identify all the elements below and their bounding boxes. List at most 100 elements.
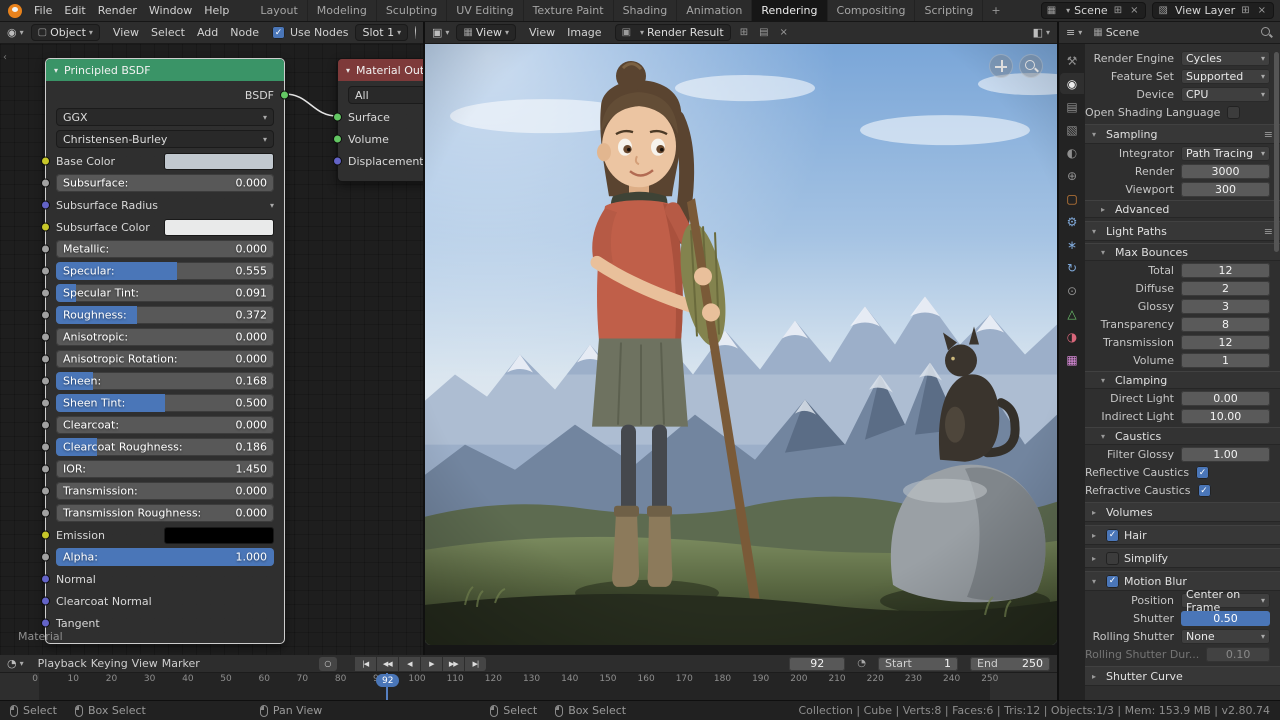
prop-tab-modifiers[interactable]: ⚙ bbox=[1060, 211, 1084, 232]
node-row[interactable]: Roughness:▾ Roughness: 0.372 Roughness: bbox=[41, 305, 274, 325]
rolling-duration-field[interactable]: 0.10 bbox=[1206, 647, 1270, 662]
workspace-tab[interactable]: Animation bbox=[677, 0, 753, 21]
node-slider[interactable]: Alpha: 1.000 bbox=[56, 548, 274, 566]
material-output-node[interactable]: ▾ Material Output All▾ Surf bbox=[333, 58, 423, 182]
node-slider[interactable]: Sheen: 0.168 bbox=[56, 372, 274, 390]
transport-button-play-reverse[interactable]: ◀ bbox=[398, 656, 420, 671]
prop-tab-scene[interactable]: ◐ bbox=[1060, 142, 1084, 163]
bounce-field[interactable]: 3 bbox=[1181, 299, 1270, 314]
workspace-tab[interactable]: Scripting bbox=[915, 0, 984, 21]
node-slider[interactable]: Anisotropic: 0.000 bbox=[56, 328, 274, 346]
editor-type-shader-icon[interactable]: ◉ ▾ bbox=[7, 26, 24, 39]
new-view-layer-button[interactable]: ⊞ bbox=[1239, 5, 1251, 16]
editor-type-timeline-icon[interactable]: ◔ ▾ bbox=[7, 657, 24, 670]
samples-viewport-field[interactable]: 300 bbox=[1181, 182, 1270, 197]
panel-light-paths[interactable]: ▾ Light Paths ≡ bbox=[1085, 221, 1280, 241]
workspace-tab[interactable]: Shading bbox=[614, 0, 678, 21]
node-row[interactable]: Specular:▾ Specular: 0.555 Specular: bbox=[41, 261, 274, 281]
bounce-field[interactable]: 12 bbox=[1181, 335, 1270, 350]
input-socket[interactable] bbox=[41, 596, 50, 606]
panel-sampling[interactable]: ▾ Sampling ≡ bbox=[1085, 124, 1280, 144]
input-socket[interactable] bbox=[41, 552, 50, 562]
new-image-button[interactable]: ⊞ bbox=[738, 27, 750, 38]
unlink-scene-button[interactable]: × bbox=[1128, 5, 1140, 16]
input-socket[interactable] bbox=[41, 398, 50, 408]
node-row[interactable]: Sheen Tint:▾ Sheen Tint: 0.500 Sheen Tin… bbox=[41, 393, 274, 413]
input-socket[interactable] bbox=[333, 134, 342, 144]
node-slider[interactable]: Specular: 0.555 bbox=[56, 262, 274, 280]
editor-type-properties-icon[interactable]: ≡ ▾ bbox=[1066, 26, 1082, 39]
menu-item[interactable]: Window bbox=[143, 2, 198, 19]
node-row[interactable]: Anisotropic Rotation:▾ Anisotropic Rotat… bbox=[41, 349, 274, 369]
presets-icon[interactable]: ≡ bbox=[1264, 225, 1273, 238]
node-row[interactable]: Normal▾ Normal Normal bbox=[41, 569, 274, 589]
node-slider[interactable]: IOR: 1.450 bbox=[56, 460, 274, 478]
node-slider[interactable]: Subsurface: 0.000 bbox=[56, 174, 274, 192]
render-viewport[interactable] bbox=[425, 44, 1057, 655]
bounce-field[interactable]: 2 bbox=[1181, 281, 1270, 296]
color-swatch[interactable] bbox=[164, 218, 274, 236]
collapse-icon[interactable]: ▾ bbox=[346, 66, 350, 75]
bsdf-output-socket[interactable] bbox=[280, 90, 289, 100]
menu-item[interactable]: Image bbox=[561, 24, 607, 41]
image-datablock-selector[interactable]: ▣ ▾ Render Result bbox=[614, 24, 731, 41]
prop-tab-output[interactable]: ▤ bbox=[1060, 96, 1084, 117]
node-row[interactable]: Subsurface Color▾ Subsurface Color Subsu… bbox=[41, 217, 274, 237]
node-row[interactable]: Metallic:▾ Metallic: 0.000 Metallic: bbox=[41, 239, 274, 259]
current-frame-field[interactable]: 92 bbox=[789, 656, 846, 671]
node-row[interactable]: Clearcoat Normal▾ Clearcoat Normal Clear… bbox=[41, 591, 274, 611]
prop-tab-material[interactable]: ◑ bbox=[1060, 326, 1084, 347]
input-socket[interactable] bbox=[41, 156, 50, 166]
simplify-checkbox[interactable] bbox=[1106, 551, 1119, 565]
panel-shutter-curve[interactable]: ▸ Shutter Curve bbox=[1085, 666, 1280, 686]
prop-tab-constraints[interactable]: ⊙ bbox=[1060, 280, 1084, 301]
editor-type-image-icon[interactable]: ▣ ▾ bbox=[432, 26, 449, 39]
input-socket[interactable] bbox=[333, 112, 342, 122]
workspace-tab[interactable]: Texture Paint bbox=[524, 0, 614, 21]
node-row[interactable]: Transmission:▾ Transmission: 0.000 Trans… bbox=[41, 481, 274, 501]
input-socket[interactable] bbox=[41, 244, 50, 254]
node-vector-row[interactable]: Subsurface Radius ▾ bbox=[56, 199, 274, 212]
menu-item[interactable]: View bbox=[107, 24, 145, 41]
zoom-gizmo[interactable] bbox=[1019, 54, 1043, 78]
prop-tab-render[interactable]: ◉ bbox=[1060, 73, 1084, 94]
transport-button-jump-to-end[interactable]: ▶| bbox=[464, 656, 486, 671]
input-socket[interactable] bbox=[41, 486, 50, 496]
node-slider[interactable]: Specular Tint: 0.091 bbox=[56, 284, 274, 302]
scrollbar[interactable] bbox=[1274, 52, 1279, 252]
output-target-dropdown[interactable]: All▾ bbox=[348, 86, 423, 104]
node-row[interactable]: Anisotropic:▾ Anisotropic: 0.000 Anisotr… bbox=[41, 327, 274, 347]
transport-button-jump-to-start[interactable]: |◀ bbox=[354, 656, 376, 671]
menu-item[interactable]: View bbox=[523, 24, 561, 41]
node-row[interactable]: Christensen-Burley▾ Christensen-Burley C… bbox=[56, 129, 274, 149]
hair-checkbox[interactable] bbox=[1106, 528, 1119, 542]
node-header[interactable]: ▾ Principled BSDF bbox=[46, 59, 284, 81]
use-nodes-checkbox[interactable] bbox=[271, 26, 285, 39]
input-socket[interactable] bbox=[41, 310, 50, 320]
search-filter-icon[interactable] bbox=[1260, 26, 1273, 39]
use-nodes-toggle[interactable]: Use Nodes bbox=[271, 26, 348, 39]
transport-button-play[interactable]: ▶ bbox=[420, 656, 442, 671]
prop-tab-world[interactable]: ⊕ bbox=[1060, 165, 1084, 186]
rolling-shutter-dropdown[interactable]: None ▾ bbox=[1181, 629, 1270, 644]
panel-volumes[interactable]: ▸ Volumes bbox=[1085, 502, 1280, 522]
menu-item[interactable]: Add bbox=[191, 24, 224, 41]
node-header[interactable]: ▾ Material Output bbox=[338, 59, 423, 81]
motion-blur-checkbox[interactable] bbox=[1106, 574, 1119, 588]
unlink-image-button[interactable]: × bbox=[778, 27, 790, 38]
blender-logo-icon[interactable] bbox=[8, 3, 22, 18]
prop-tab-physics[interactable]: ↻ bbox=[1060, 257, 1084, 278]
input-socket[interactable] bbox=[333, 156, 342, 166]
node-row[interactable]: IOR:▾ IOR: 1.450 IOR: bbox=[41, 459, 274, 479]
new-scene-button[interactable]: ⊞ bbox=[1112, 5, 1124, 16]
reflective-caustics-checkbox[interactable] bbox=[1196, 466, 1210, 479]
node-slider[interactable]: Roughness: 0.372 bbox=[56, 306, 274, 324]
input-socket[interactable] bbox=[41, 266, 50, 276]
panel-clamping[interactable]: ▾ Clamping bbox=[1085, 371, 1280, 389]
prop-tab-tool[interactable]: ⚒ bbox=[1060, 50, 1084, 71]
osl-checkbox[interactable] bbox=[1227, 106, 1241, 119]
node-color-row[interactable]: Base Color bbox=[56, 152, 274, 170]
node-slider[interactable]: Clearcoat Roughness: 0.186 bbox=[56, 438, 274, 456]
workspace-tab[interactable]: Rendering bbox=[752, 0, 828, 21]
node-row[interactable]: Subsurface:▾ Subsurface: 0.000 Subsurfac… bbox=[41, 173, 274, 193]
